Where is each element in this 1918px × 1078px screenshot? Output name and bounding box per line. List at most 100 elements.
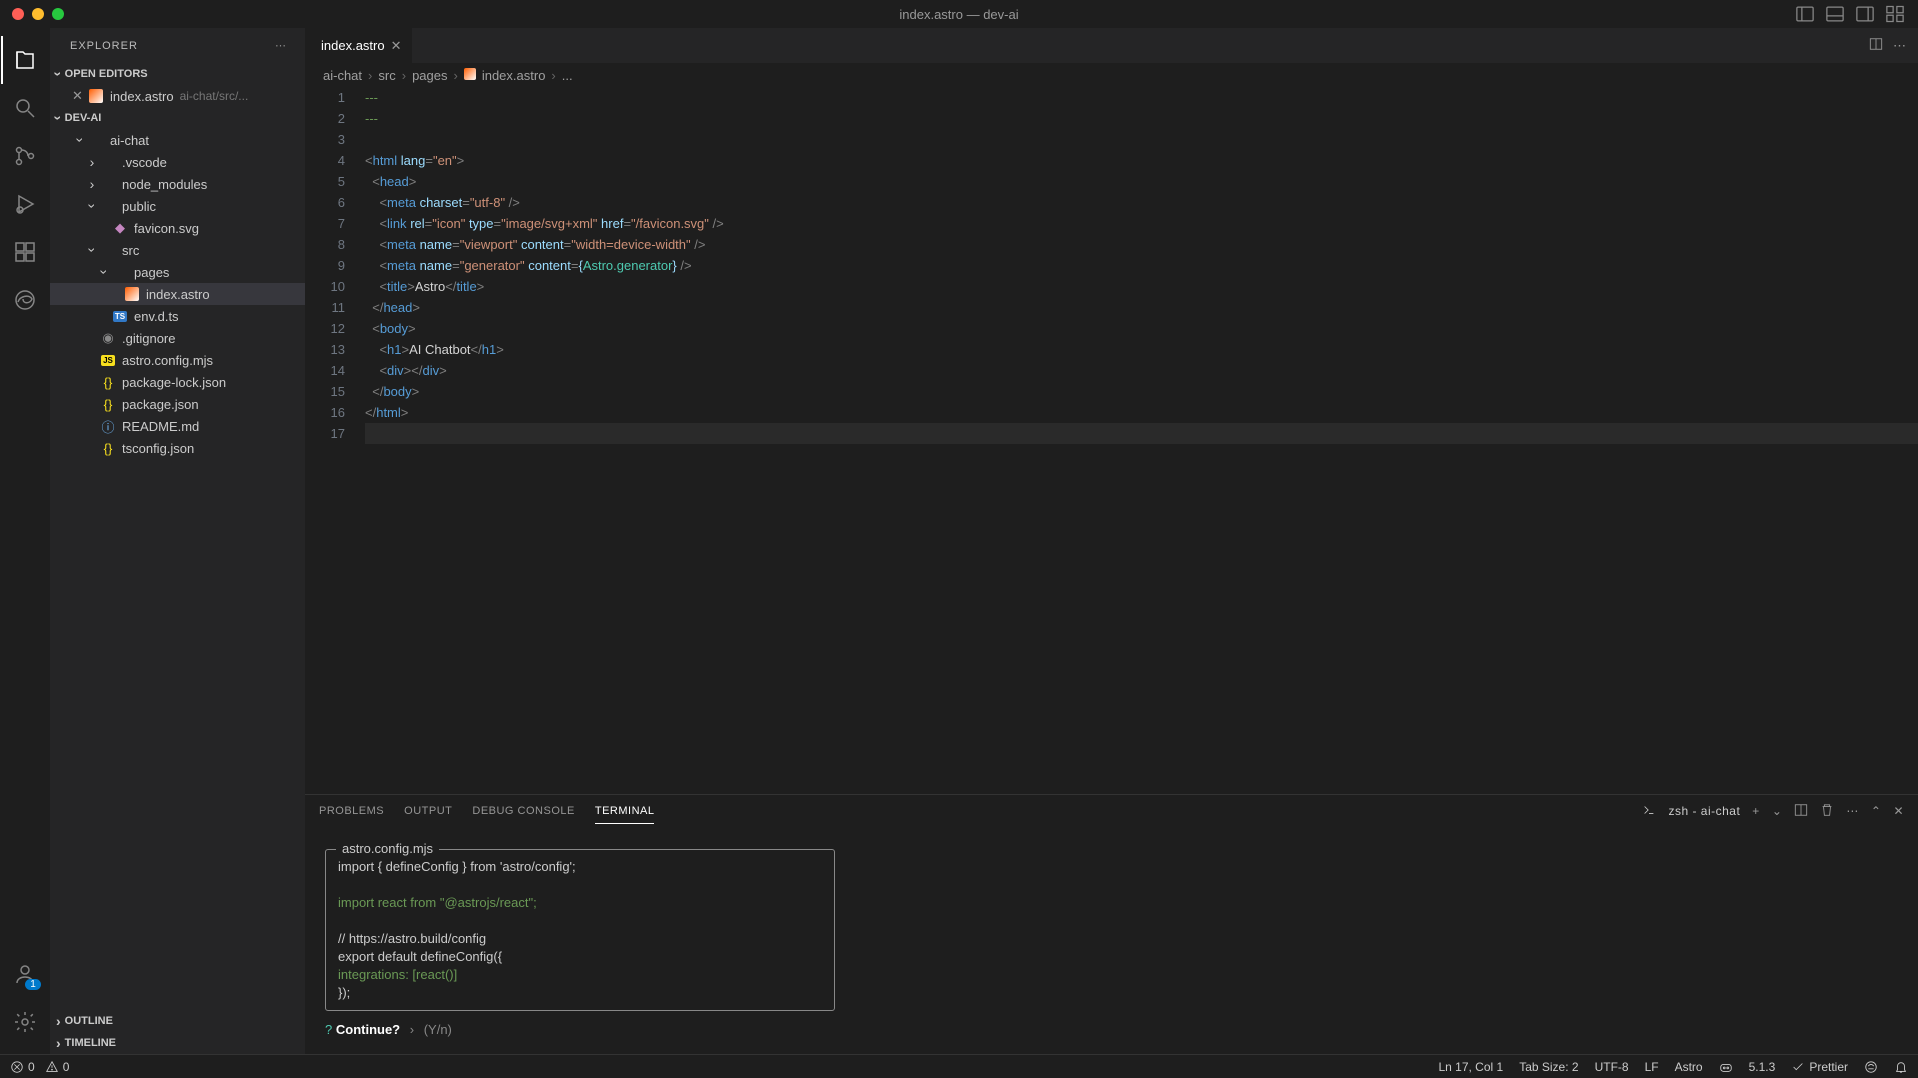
folder-item[interactable]: src <box>50 239 305 261</box>
panel-tab-terminal[interactable]: TERMINAL <box>595 799 655 824</box>
window-minimize-button[interactable] <box>32 8 44 20</box>
file-icon: ◆ <box>112 220 128 236</box>
code-line[interactable]: <meta name="generator" content={Astro.ge… <box>365 255 1918 276</box>
terminal-shell-icon[interactable] <box>1642 803 1656 820</box>
window-close-button[interactable] <box>12 8 24 20</box>
status-cursor[interactable]: Ln 17, Col 1 <box>1438 1060 1503 1074</box>
code-line[interactable]: <meta name="viewport" content="width=dev… <box>365 234 1918 255</box>
folder-item[interactable]: ai-chat <box>50 129 305 151</box>
status-warnings[interactable]: 0 <box>45 1060 70 1074</box>
code-line[interactable]: --- <box>365 87 1918 108</box>
close-icon[interactable]: ✕ <box>72 88 88 104</box>
section-timeline[interactable]: TIMELINE <box>50 1032 305 1054</box>
editor-tab[interactable]: index.astro ✕ <box>305 28 413 63</box>
status-tabsize[interactable]: Tab Size: 2 <box>1519 1060 1578 1074</box>
code-line[interactable]: </body> <box>365 381 1918 402</box>
tab-label: index.astro <box>321 38 385 53</box>
code-line[interactable]: <link rel="icon" type="image/svg+xml" hr… <box>365 213 1918 234</box>
activity-accounts[interactable]: 1 <box>1 950 49 998</box>
file-item[interactable]: ◆favicon.svg <box>50 217 305 239</box>
status-version[interactable]: 5.1.3 <box>1749 1060 1776 1074</box>
activity-settings[interactable] <box>1 998 49 1046</box>
more-icon[interactable]: ⋯ <box>1893 38 1906 54</box>
panel-tab-output[interactable]: OUTPUT <box>404 799 452 823</box>
status-encoding[interactable]: UTF-8 <box>1595 1060 1629 1074</box>
code-line[interactable]: <html lang="en"> <box>365 150 1918 171</box>
status-language[interactable]: Astro <box>1675 1060 1703 1074</box>
code-line[interactable] <box>365 423 1918 444</box>
status-eol[interactable]: LF <box>1645 1060 1659 1074</box>
tree-item-label: public <box>122 199 156 214</box>
code-editor[interactable]: 1234567891011121314151617 ------ <html l… <box>305 87 1918 794</box>
split-editor-icon[interactable] <box>1869 37 1883 54</box>
activity-run-debug[interactable] <box>1 180 49 228</box>
code-line[interactable]: </html> <box>365 402 1918 423</box>
code-line[interactable]: <div></div> <box>365 360 1918 381</box>
file-item[interactable]: TSenv.d.ts <box>50 305 305 327</box>
breadcrumb[interactable]: ai-chat› src› pages› index.astro› ... <box>305 63 1918 87</box>
code-line[interactable]: <meta charset="utf-8" /> <box>365 192 1918 213</box>
code-line[interactable]: --- <box>365 108 1918 129</box>
code-line[interactable] <box>365 129 1918 150</box>
terminal-label[interactable]: zsh - ai-chat <box>1668 804 1740 818</box>
accounts-badge: 1 <box>25 979 41 990</box>
breadcrumb-part[interactable]: ai-chat <box>323 68 362 83</box>
code-line[interactable]: <head> <box>365 171 1918 192</box>
status-prettier[interactable]: Prettier <box>1791 1060 1848 1074</box>
terminal[interactable]: astro.config.mjs import { defineConfig }… <box>305 827 1918 1054</box>
open-editor-item[interactable]: ✕ index.astro ai-chat/src/... <box>50 85 305 107</box>
status-copilot-icon[interactable] <box>1719 1060 1733 1074</box>
panel-tab-problems[interactable]: PROBLEMS <box>319 799 384 823</box>
folder-item[interactable]: public <box>50 195 305 217</box>
code-line[interactable]: <h1>AI Chatbot</h1> <box>365 339 1918 360</box>
activity-explorer[interactable] <box>1 36 49 84</box>
terminal-dropdown-icon[interactable]: ⌄ <box>1772 804 1783 818</box>
window-maximize-button[interactable] <box>52 8 64 20</box>
breadcrumb-part[interactable]: src <box>378 68 395 83</box>
new-terminal-icon[interactable]: + <box>1752 804 1760 818</box>
section-workspace[interactable]: DEV-AI <box>50 107 305 129</box>
activity-search[interactable] <box>1 84 49 132</box>
tree-item-label: ai-chat <box>110 133 149 148</box>
split-terminal-icon[interactable] <box>1794 803 1808 820</box>
file-item[interactable]: JSastro.config.mjs <box>50 349 305 371</box>
breadcrumb-part[interactable]: pages <box>412 68 447 83</box>
breadcrumb-part[interactable]: ... <box>562 68 573 83</box>
layout-sidebar-left-icon[interactable] <box>1794 3 1816 25</box>
status-feedback-icon[interactable] <box>1864 1060 1878 1074</box>
kill-terminal-icon[interactable] <box>1820 803 1834 820</box>
code-line[interactable]: <title>Astro</title> <box>365 276 1918 297</box>
code-line[interactable]: </head> <box>365 297 1918 318</box>
status-bell-icon[interactable] <box>1894 1060 1908 1074</box>
activity-edge-icon[interactable] <box>1 276 49 324</box>
chevron-down-icon <box>56 110 61 126</box>
close-icon[interactable]: ✕ <box>391 38 402 54</box>
folder-item[interactable]: pages <box>50 261 305 283</box>
code-line[interactable]: <body> <box>365 318 1918 339</box>
chevron-up-icon[interactable]: ⌃ <box>1871 804 1882 818</box>
terminal-line <box>338 876 822 894</box>
layout-sidebar-right-icon[interactable] <box>1854 3 1876 25</box>
file-item[interactable]: {}package.json <box>50 393 305 415</box>
tree-item-label: README.md <box>122 419 199 434</box>
breadcrumb-part[interactable]: index.astro <box>482 68 546 83</box>
folder-item[interactable]: node_modules <box>50 173 305 195</box>
layout-panel-icon[interactable] <box>1824 3 1846 25</box>
file-item[interactable]: ◉.gitignore <box>50 327 305 349</box>
file-item[interactable]: ⓘREADME.md <box>50 415 305 437</box>
section-outline[interactable]: OUTLINE <box>50 1010 305 1032</box>
sidebar-more-icon[interactable]: ⋯ <box>275 39 287 52</box>
close-panel-icon[interactable]: ✕ <box>1893 804 1904 818</box>
activity-source-control[interactable] <box>1 132 49 180</box>
customize-layout-icon[interactable] <box>1884 3 1906 25</box>
activity-extensions[interactable] <box>1 228 49 276</box>
file-icon <box>124 287 140 301</box>
file-item[interactable]: {}package-lock.json <box>50 371 305 393</box>
file-item[interactable]: index.astro <box>50 283 305 305</box>
folder-item[interactable]: .vscode <box>50 151 305 173</box>
panel-tab-debug[interactable]: DEBUG CONSOLE <box>472 799 574 823</box>
more-icon[interactable]: ⋯ <box>1846 804 1859 818</box>
file-item[interactable]: {}tsconfig.json <box>50 437 305 459</box>
status-errors[interactable]: 0 <box>10 1060 35 1074</box>
section-open-editors[interactable]: OPEN EDITORS <box>50 63 305 85</box>
